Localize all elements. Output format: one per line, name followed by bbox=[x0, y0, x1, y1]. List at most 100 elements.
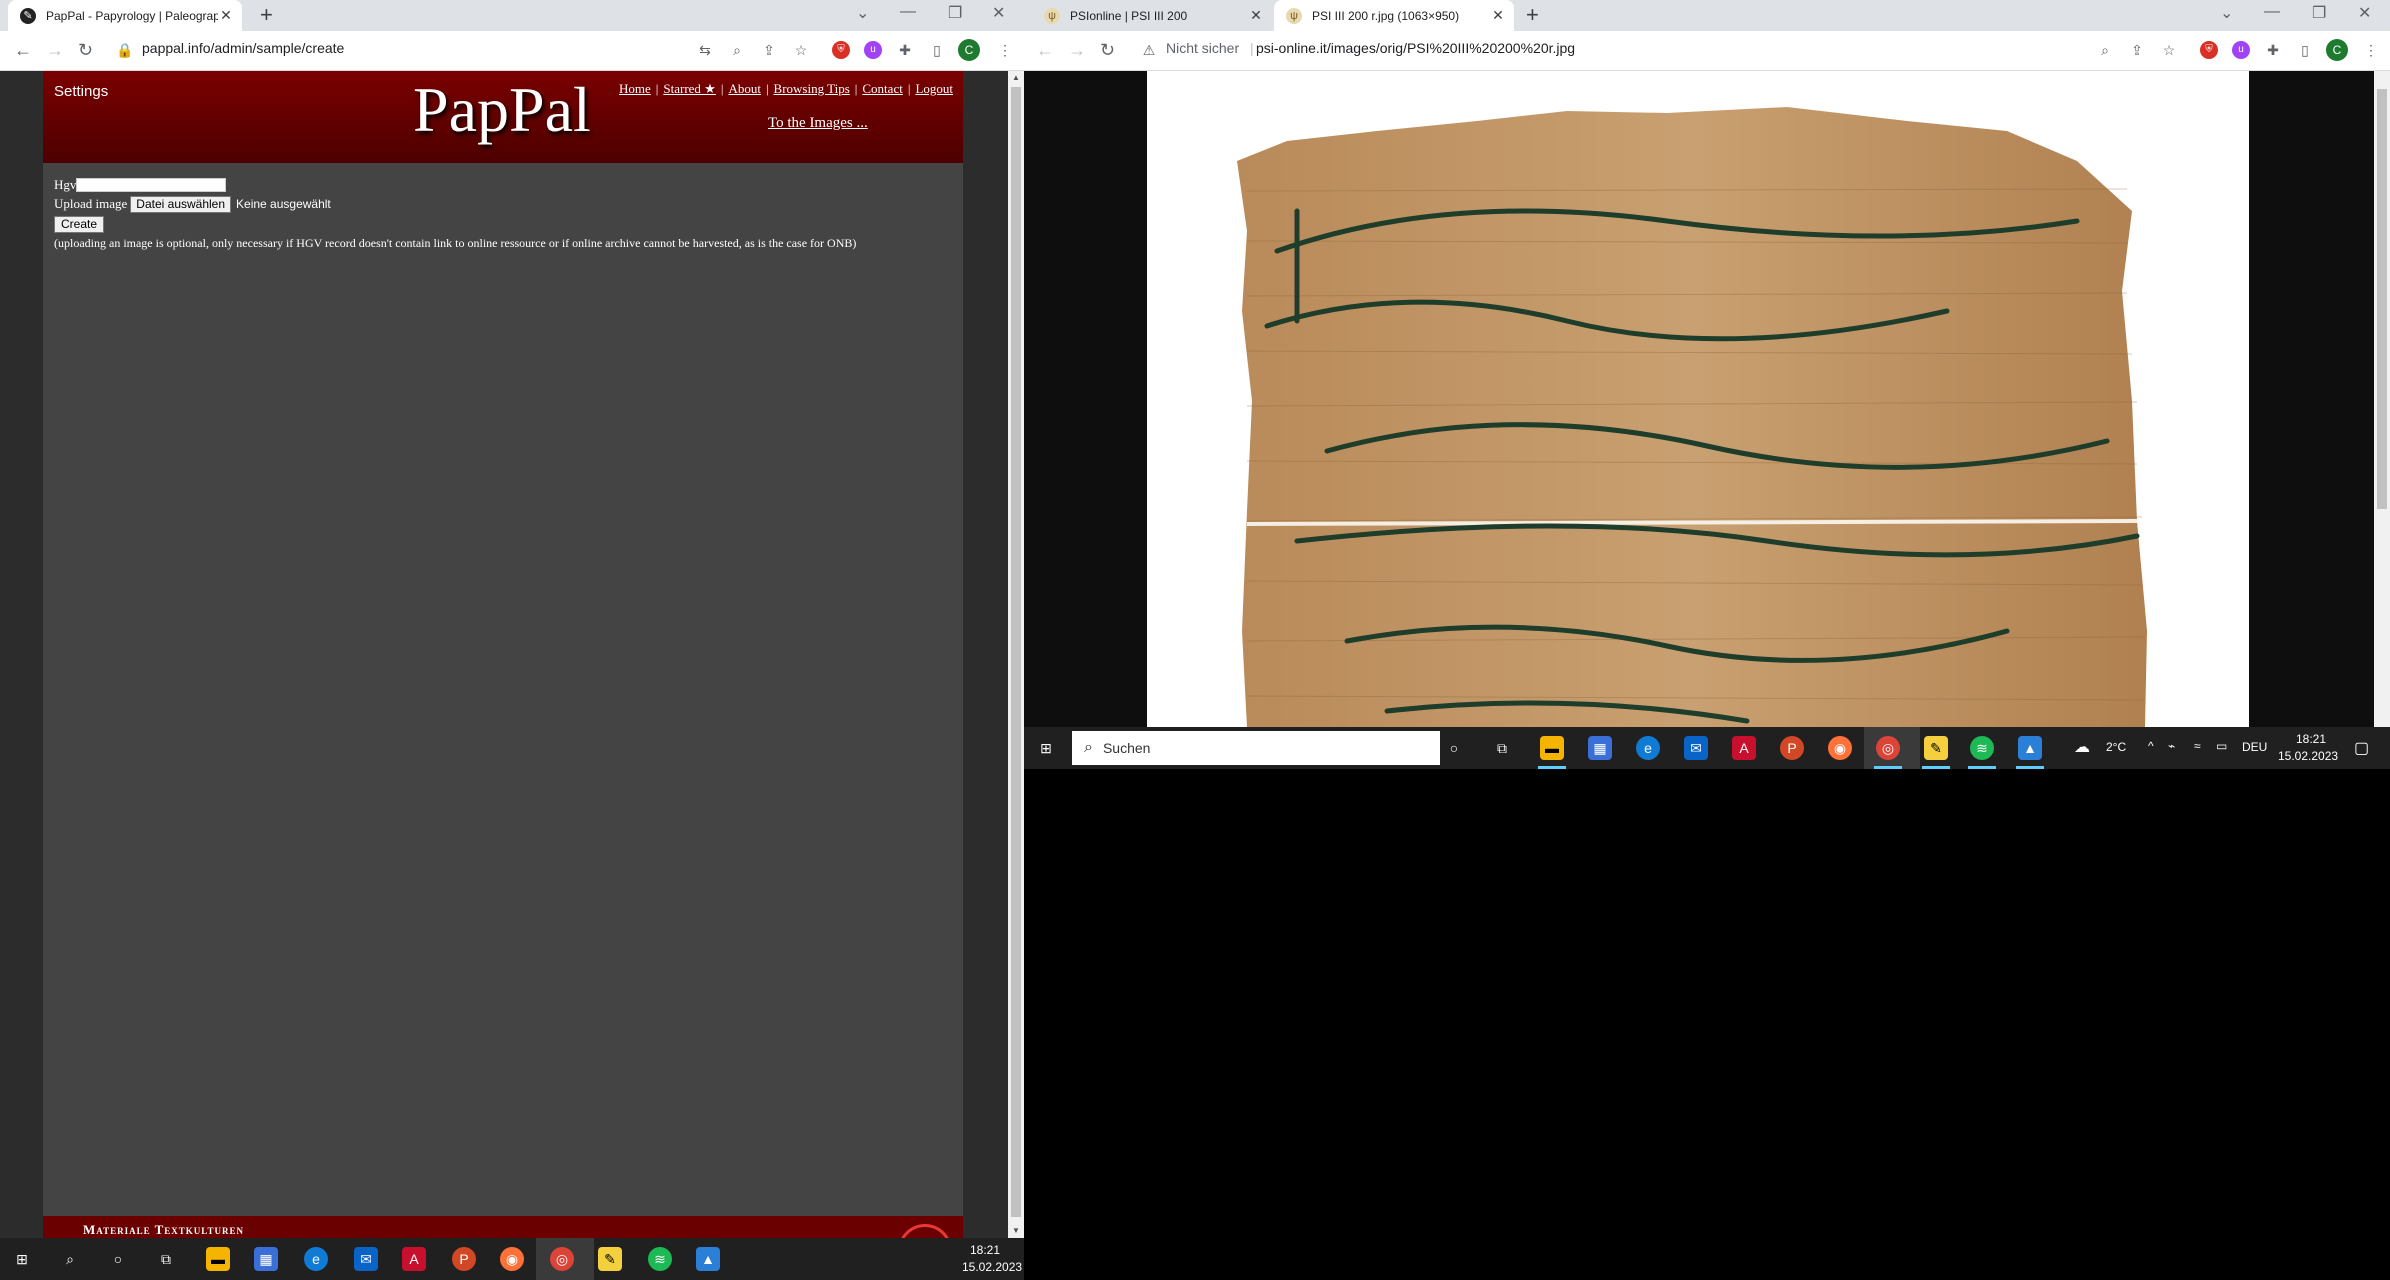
acrobat-icon[interactable]: A bbox=[402, 1247, 426, 1271]
lock-icon[interactable]: 🔒 bbox=[116, 41, 134, 59]
file-choose-button[interactable]: Datei auswählen bbox=[130, 195, 232, 213]
restore-icon[interactable]: ❐ bbox=[948, 3, 962, 23]
right-scrollbar[interactable] bbox=[2374, 71, 2390, 727]
new-tab-icon[interactable]: + bbox=[260, 4, 273, 26]
task-view-icon[interactable]: ⧉ bbox=[154, 1247, 178, 1271]
spotify-icon[interactable]: ≋ bbox=[648, 1247, 672, 1271]
acrobat-icon[interactable]: A bbox=[1732, 736, 1756, 760]
file-explorer-icon[interactable]: ▬ bbox=[206, 1247, 230, 1271]
taskbar-search-box[interactable]: ⌕ Suchen bbox=[1072, 731, 1440, 765]
mail-icon[interactable]: ✉ bbox=[354, 1247, 378, 1271]
tab-pappal[interactable]: ✎ PapPal - Papyrology | Paleograph ✕ bbox=[8, 0, 242, 31]
weather-icon[interactable]: ☁ bbox=[2074, 737, 2090, 757]
back-icon[interactable]: ← bbox=[14, 38, 32, 62]
tray-wifi-icon[interactable]: ≈ bbox=[2194, 739, 2201, 753]
profile-avatar[interactable]: C bbox=[958, 39, 980, 61]
side-panel-icon[interactable]: ▯ bbox=[928, 41, 946, 59]
clock-date[interactable]: 15.02.2023 bbox=[2278, 749, 2338, 763]
menu-icon[interactable]: ⋮ bbox=[2362, 41, 2380, 59]
nav-logout[interactable]: Logout bbox=[915, 81, 953, 97]
reload-icon[interactable]: ↻ bbox=[1100, 38, 1115, 62]
edge-icon[interactable]: e bbox=[304, 1247, 328, 1271]
share-icon[interactable]: ⇪ bbox=[2128, 41, 2146, 59]
language-indicator[interactable]: DEU bbox=[2242, 740, 2267, 754]
menu-icon[interactable]: ⋮ bbox=[996, 41, 1014, 59]
security-label[interactable]: Nicht sicher bbox=[1166, 40, 1239, 56]
restore-icon[interactable]: ❐ bbox=[2312, 3, 2326, 23]
clock-date[interactable]: 15.02.2023 bbox=[962, 1260, 1022, 1274]
cortana-icon[interactable]: ○ bbox=[1442, 736, 1466, 760]
tab-psi-image[interactable]: ψ PSI III 200 r.jpg (1063×950) ✕ bbox=[1274, 0, 1514, 31]
close-tab-icon[interactable]: ✕ bbox=[1490, 7, 1506, 24]
create-button[interactable]: Create bbox=[54, 216, 105, 233]
minimize-icon[interactable]: — bbox=[900, 3, 916, 21]
to-images-link[interactable]: To the Images ... bbox=[768, 115, 868, 132]
nav-about[interactable]: About bbox=[728, 81, 761, 97]
photos-icon[interactable]: ▲ bbox=[2018, 736, 2042, 760]
clock-time[interactable]: 18:21 bbox=[2296, 732, 2326, 746]
tab-search-icon[interactable]: ⌄ bbox=[856, 3, 869, 23]
translate-icon[interactable]: ⇆ bbox=[696, 41, 714, 59]
pappal-logo[interactable]: PapPal bbox=[413, 73, 591, 147]
scroll-thumb[interactable] bbox=[1011, 87, 1021, 1217]
powerpoint-icon[interactable]: P bbox=[1780, 736, 1804, 760]
zoom-icon[interactable]: ⌕ bbox=[2096, 41, 2114, 59]
bookmark-star-icon[interactable]: ☆ bbox=[792, 41, 810, 59]
forward-icon[interactable]: → bbox=[1068, 38, 1086, 62]
notes-icon[interactable]: ✎ bbox=[598, 1247, 622, 1271]
cortana-icon[interactable]: ○ bbox=[106, 1247, 130, 1271]
windows-start-icon[interactable]: ⊞ bbox=[1034, 736, 1058, 760]
reload-icon[interactable]: ↻ bbox=[78, 38, 93, 62]
tray-battery-icon[interactable]: ▭ bbox=[2216, 739, 2227, 753]
extension-shield-icon[interactable]: ⛨ bbox=[2200, 41, 2218, 59]
store-icon[interactable]: ▦ bbox=[254, 1247, 278, 1271]
extensions-puzzle-icon[interactable]: ✚ bbox=[896, 41, 914, 59]
search-icon[interactable]: ⌕ bbox=[58, 1247, 82, 1271]
task-view-icon[interactable]: ⧉ bbox=[1490, 736, 1514, 760]
photos-icon[interactable]: ▲ bbox=[696, 1247, 720, 1271]
store-icon[interactable]: ▦ bbox=[1588, 736, 1612, 760]
chrome-icon[interactable]: ◎ bbox=[1876, 736, 1900, 760]
file-explorer-icon[interactable]: ▬ bbox=[1540, 736, 1564, 760]
tray-chevron-icon[interactable]: ^ bbox=[2148, 739, 2154, 753]
forward-icon[interactable]: → bbox=[46, 38, 64, 62]
left-scrollbar[interactable]: ▲ ▼ bbox=[1008, 71, 1024, 1238]
extension-ublock-icon[interactable]: u bbox=[864, 41, 882, 59]
side-panel-icon[interactable]: ▯ bbox=[2296, 41, 2314, 59]
settings-link[interactable]: Settings bbox=[54, 83, 108, 100]
share-icon[interactable]: ⇪ bbox=[760, 41, 778, 59]
scroll-thumb[interactable] bbox=[2377, 89, 2387, 509]
chrome-icon[interactable]: ◎ bbox=[550, 1247, 574, 1271]
firefox-icon[interactable]: ◉ bbox=[500, 1247, 524, 1271]
address-bar[interactable]: pappal.info/admin/sample/create bbox=[142, 40, 344, 56]
close-tab-icon[interactable]: ✕ bbox=[218, 7, 234, 24]
nav-home[interactable]: Home bbox=[619, 81, 651, 97]
windows-start-icon[interactable]: ⊞ bbox=[10, 1247, 34, 1271]
mail-icon[interactable]: ✉ bbox=[1684, 736, 1708, 760]
minimize-icon[interactable]: — bbox=[2264, 3, 2280, 21]
papyrus-image[interactable] bbox=[1147, 71, 2249, 727]
extension-ublock-icon[interactable]: u bbox=[2232, 41, 2250, 59]
tab-psionline[interactable]: ψ PSIonline | PSI III 200 ✕ bbox=[1032, 0, 1272, 31]
extensions-puzzle-icon[interactable]: ✚ bbox=[2264, 41, 2282, 59]
edge-icon[interactable]: e bbox=[1636, 736, 1660, 760]
close-window-icon[interactable]: ✕ bbox=[2358, 3, 2371, 23]
clock-time[interactable]: 18:21 bbox=[970, 1243, 1000, 1257]
zoom-icon[interactable]: ⌕ bbox=[728, 41, 746, 59]
tray-network-icon[interactable]: ⌁ bbox=[2168, 739, 2175, 753]
nav-contact[interactable]: Contact bbox=[862, 81, 902, 97]
address-bar[interactable]: psi-online.it/images/orig/PSI%20III%2020… bbox=[1256, 40, 1575, 56]
close-tab-icon[interactable]: ✕ bbox=[1248, 7, 1264, 24]
close-window-icon[interactable]: ✕ bbox=[992, 3, 1005, 23]
warning-icon[interactable]: ⚠ bbox=[1140, 41, 1158, 59]
notes-icon[interactable]: ✎ bbox=[1924, 736, 1948, 760]
bookmark-star-icon[interactable]: ☆ bbox=[2160, 41, 2178, 59]
spotify-icon[interactable]: ≋ bbox=[1970, 736, 1994, 760]
back-icon[interactable]: ← bbox=[1036, 38, 1054, 62]
profile-avatar[interactable]: C bbox=[2326, 39, 2348, 61]
weather-temp[interactable]: 2°C bbox=[2106, 740, 2126, 754]
nav-browsing-tips[interactable]: Browsing Tips bbox=[774, 81, 850, 97]
notification-icon[interactable]: ▢ bbox=[2354, 738, 2369, 758]
scroll-down-icon[interactable]: ▼ bbox=[1008, 1224, 1024, 1238]
firefox-icon[interactable]: ◉ bbox=[1828, 736, 1852, 760]
